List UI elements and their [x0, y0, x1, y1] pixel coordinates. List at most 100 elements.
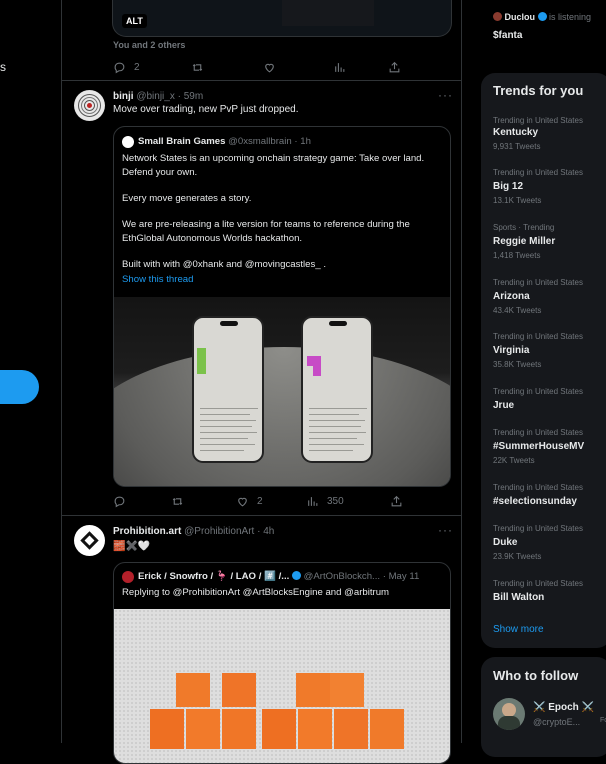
trend-item-virginia[interactable]: Virginia	[493, 345, 530, 356]
more-options-icon[interactable]: ···	[438, 523, 453, 537]
quoted-tweet[interactable]: Erick / Snowfro / 🦩 / LAO / #️⃣ /... @Ar…	[113, 562, 451, 764]
trends-panel: Trends for you Trending in United States…	[481, 73, 606, 648]
trend-context: Sports · Trending	[493, 223, 555, 232]
suggested-user-avatar[interactable]	[493, 698, 525, 730]
quote-media-image[interactable]	[114, 297, 450, 486]
trend-item-duke[interactable]: Duke	[493, 537, 517, 548]
planet-surface	[114, 347, 450, 486]
nav-label-partial[interactable]: s	[0, 60, 6, 74]
more-options-icon[interactable]: ···	[438, 88, 453, 102]
follow-button[interactable]: Fo	[600, 717, 606, 724]
divider	[62, 515, 461, 516]
listening-status: is listening	[549, 12, 592, 22]
prohibition-logo-icon	[74, 525, 105, 556]
trend-item-big-12[interactable]: Big 12	[493, 181, 523, 192]
trend-item-summerhousemv[interactable]: #SummerHouseMV	[493, 441, 584, 452]
quote-paragraph: Built with with @0xhank and @movingcastl…	[122, 259, 326, 270]
space-listening-status[interactable]: Duclou is listening	[493, 12, 591, 22]
suggested-user-name[interactable]: ⚔️ Epoch ⚔️	[533, 702, 594, 713]
trend-count: 9,931 Tweets	[493, 142, 541, 151]
tweet-text: 🧱✖️🤍	[113, 541, 151, 552]
quote-author-handle: @0xsmallbrain	[228, 136, 292, 147]
tweet-text: Move over trading, new PvP just dropped.	[113, 104, 299, 115]
share-icon	[388, 61, 401, 74]
verified-icon	[537, 12, 547, 21]
quote-author-name: Small Brain Games	[138, 136, 226, 147]
avatar-pattern-icon	[74, 90, 105, 121]
trend-item-bill-walton[interactable]: Bill Walton	[493, 592, 544, 603]
heart-icon	[263, 61, 276, 74]
show-more-link[interactable]: Show more	[493, 624, 544, 635]
tweet-time[interactable]: · 59m	[178, 91, 204, 102]
quote-header: Small Brain Games @0xsmallbrain · 1h	[138, 136, 311, 147]
retweet-button[interactable]	[171, 493, 236, 509]
quote-avatar	[122, 136, 134, 148]
trend-context: Trending in United States	[493, 579, 583, 588]
show-thread-link[interactable]: Show this thread	[122, 273, 193, 287]
trend-item-selectionsunday[interactable]: #selectionsunday	[493, 496, 577, 507]
phone-mockup	[301, 316, 373, 463]
quoted-tweet[interactable]: Small Brain Games @0xsmallbrain · 1h Net…	[113, 126, 451, 487]
views-button[interactable]	[333, 59, 388, 75]
trend-context: Trending in United States	[493, 332, 583, 341]
trend-item-arizona[interactable]: Arizona	[493, 291, 530, 302]
trend-item-reggie-miller[interactable]: Reggie Miller	[493, 236, 555, 247]
trend-count: 35.8K Tweets	[493, 360, 542, 369]
suggested-user-handle[interactable]: @cryptoE...	[533, 717, 580, 727]
quote-media-image[interactable]	[114, 609, 450, 763]
tweet-header: Prohibition.art @ProhibitionArt · 4h	[113, 526, 274, 537]
trends-title: Trends for you	[493, 83, 584, 98]
alt-badge[interactable]: ALT	[122, 14, 147, 28]
tweet-button[interactable]	[0, 370, 39, 404]
quote-avatar	[122, 571, 134, 583]
reply-icon	[113, 61, 126, 74]
author-name[interactable]: Prohibition.art	[113, 526, 181, 537]
author-handle[interactable]: @ProhibitionArt	[184, 526, 254, 537]
trend-count: 1,418 Tweets	[493, 251, 541, 260]
retweet-icon	[191, 61, 204, 74]
listener-avatar	[493, 12, 502, 21]
retweet-icon	[171, 495, 184, 508]
divider	[62, 80, 461, 81]
trend-count: 22K Tweets	[493, 456, 535, 465]
trend-context: Trending in United States	[493, 168, 583, 177]
analytics-icon	[333, 61, 346, 74]
reply-count: 2	[134, 61, 140, 73]
trend-count: 23.9K Tweets	[493, 552, 542, 561]
views-button[interactable]: 350	[306, 493, 390, 509]
reply-button[interactable]	[113, 493, 171, 509]
listener-name: Duclou	[504, 12, 536, 22]
media-thumbnail	[282, 0, 374, 26]
author-handle[interactable]: @binji_x	[136, 91, 175, 102]
reply-button[interactable]: 2	[113, 59, 191, 75]
quote-paragraph: Network States is an upcoming onchain st…	[122, 153, 425, 178]
quote-time: · 1h	[294, 136, 311, 147]
avatar[interactable]	[74, 90, 105, 121]
who-to-follow-title: Who to follow	[493, 668, 579, 683]
verified-icon	[291, 571, 301, 580]
share-button[interactable]	[388, 59, 401, 75]
trend-item-kentucky[interactable]: Kentucky	[493, 127, 538, 138]
retweet-button[interactable]	[191, 59, 263, 75]
like-button[interactable]	[263, 59, 333, 75]
trend-context: Trending in United States	[493, 116, 583, 125]
tweet-time[interactable]: · 4h	[257, 526, 274, 537]
trend-item-jrue[interactable]: Jrue	[493, 400, 514, 411]
avatar[interactable]	[74, 525, 105, 556]
author-name[interactable]: binji	[113, 91, 134, 102]
space-title[interactable]: $fanta	[493, 30, 522, 41]
quote-author-name: Erick / Snowfro / 🦩 / LAO / #️⃣ /...	[138, 571, 290, 582]
quote-time: · May 11	[382, 571, 420, 582]
quote-header: Erick / Snowfro / 🦩 / LAO / #️⃣ /... @Ar…	[138, 571, 419, 582]
quote-paragraph: Every move generates a story.	[122, 193, 252, 204]
social-context-likers[interactable]: You and 2 others	[113, 40, 185, 50]
reply-icon	[113, 495, 126, 508]
like-count: 2	[257, 495, 263, 507]
phone-mockup	[192, 316, 264, 463]
view-count: 350	[327, 495, 344, 507]
like-button[interactable]: 2	[236, 493, 306, 509]
trend-context: Trending in United States	[493, 387, 583, 396]
replying-to: Replying to @ProhibitionArt @ArtBlocksEn…	[122, 587, 390, 598]
quote-author-handle: @ArtOnBlockch...	[303, 571, 381, 582]
share-button[interactable]	[390, 493, 403, 509]
